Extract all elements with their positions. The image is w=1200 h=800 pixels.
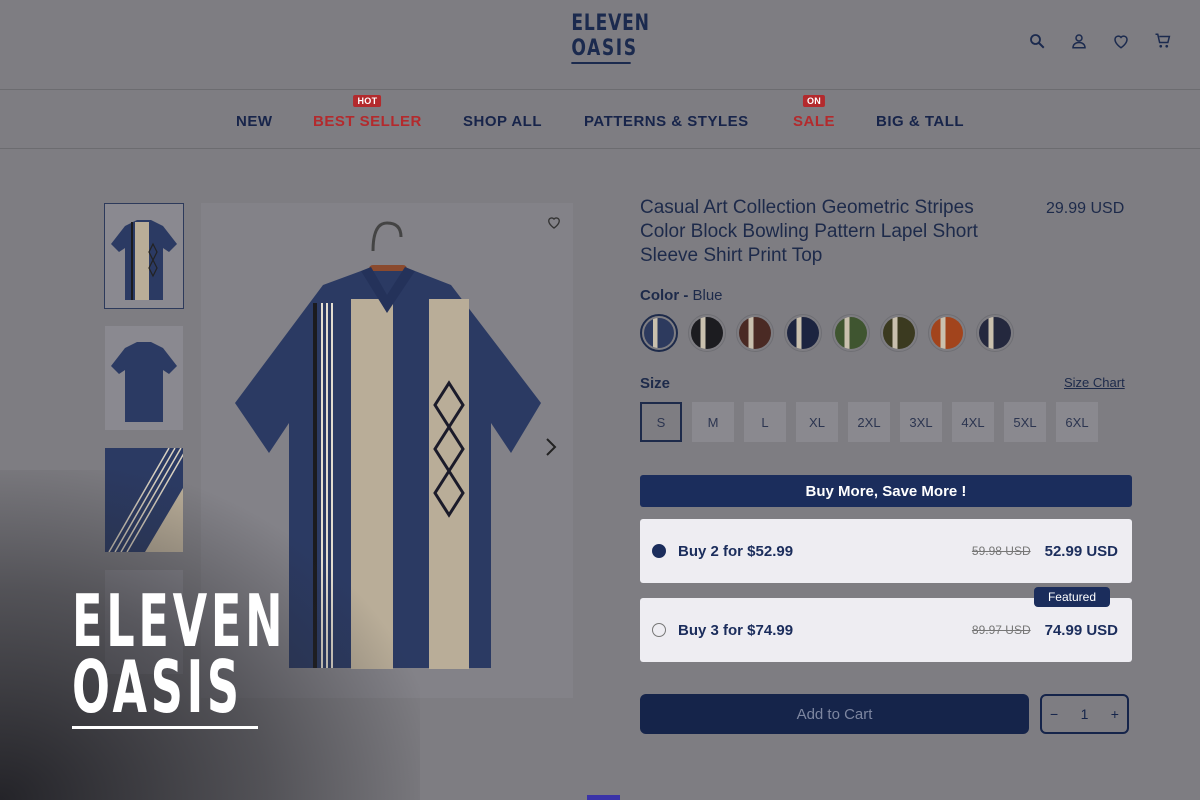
swatch-fill: [835, 317, 867, 349]
size-option[interactable]: 2XL: [848, 402, 890, 442]
hot-badge: HOT: [353, 95, 382, 107]
quantity-value: 1: [1080, 706, 1089, 722]
swatch-fill: [739, 317, 771, 349]
radio-unselected[interactable]: [652, 623, 666, 637]
color-swatch[interactable]: [880, 314, 918, 352]
bundle-label: Buy 3 for $74.99: [678, 621, 794, 639]
search-icon[interactable]: [1028, 32, 1046, 50]
bundle-option-2[interactable]: Buy 2 for $52.99 59.98 USD 52.99 USD: [640, 519, 1132, 583]
product-title: Casual Art Collection Geometric Stripes …: [640, 197, 978, 266]
bundle-old-price: 59.98 USD: [971, 544, 1031, 558]
nav-label: SALE: [793, 113, 836, 130]
size-options: S M L XL 2XL 3XL 4XL 5XL 6XL: [640, 402, 1098, 442]
nav-item-best-seller[interactable]: HOT BEST SELLER: [313, 95, 422, 130]
swatch-fill: [787, 317, 819, 349]
size-option[interactable]: XL: [796, 402, 838, 442]
bundle-old-price: 89.97 USD: [971, 623, 1031, 637]
next-arrow-icon[interactable]: [543, 435, 559, 459]
featured-tag: Featured: [1033, 587, 1110, 607]
main-nav: NEW HOT BEST SELLER SHOP ALL PATTERNS & …: [0, 91, 1200, 149]
size-option[interactable]: L: [744, 402, 786, 442]
size-option[interactable]: M: [692, 402, 734, 442]
swatch-fill: [883, 317, 915, 349]
size-option[interactable]: S: [640, 402, 682, 442]
nav-label: NEW: [236, 113, 273, 130]
color-label: Color - Blue: [640, 287, 723, 304]
quantity-stepper: − 1 +: [1040, 694, 1129, 734]
header-actions: [1028, 32, 1172, 50]
logo-line-2: OASIS: [571, 36, 636, 64]
logo-line-1: ELEVEN: [571, 11, 650, 36]
size-option[interactable]: 5XL: [1004, 402, 1046, 442]
size-option[interactable]: 3XL: [900, 402, 942, 442]
overlay-brand-logo: ELEVEN OASIS: [72, 585, 417, 729]
color-label-text: Color -: [640, 287, 689, 304]
color-swatch[interactable]: [688, 314, 726, 352]
overlay-brand-line-2: OASIS: [72, 645, 243, 729]
heart-icon[interactable]: [1112, 32, 1130, 50]
bundle-new-price: 52.99 USD: [1044, 542, 1118, 560]
nav-item-new[interactable]: NEW: [236, 113, 273, 130]
thumbnail-1[interactable]: [104, 203, 184, 309]
size-label: Size: [640, 375, 671, 392]
color-swatch[interactable]: [832, 314, 870, 352]
color-value: Blue: [692, 287, 723, 304]
color-swatch[interactable]: [640, 314, 678, 352]
buy-more-banner: Buy More, Save More !: [640, 475, 1132, 507]
size-chart-link[interactable]: Size Chart: [1064, 375, 1125, 390]
color-swatch[interactable]: [976, 314, 1014, 352]
swatch-fill: [691, 317, 723, 349]
nav-item-shop-all[interactable]: SHOP ALL: [463, 113, 542, 130]
account-icon[interactable]: [1070, 32, 1088, 50]
nav-item-patterns-styles[interactable]: PATTERNS & STYLES: [584, 113, 749, 130]
swatch-fill: [931, 317, 963, 349]
nav-label: BEST SELLER: [313, 113, 422, 130]
increment-button[interactable]: +: [1111, 706, 1119, 722]
bundle-new-price: 74.99 USD: [1044, 621, 1118, 639]
decrement-button[interactable]: −: [1050, 706, 1058, 722]
color-swatch[interactable]: [928, 314, 966, 352]
on-badge: ON: [802, 95, 826, 107]
swatch-fill: [644, 318, 674, 348]
site-logo[interactable]: ELEVEN OASIS: [563, 11, 650, 64]
color-swatches: [640, 314, 1014, 352]
size-option[interactable]: 6XL: [1056, 402, 1098, 442]
site-header: ELEVEN OASIS: [0, 0, 1200, 90]
carousel-indicator[interactable]: [587, 795, 620, 800]
add-to-cart-button[interactable]: Add to Cart: [640, 694, 1029, 734]
shirt-back-image: [111, 342, 177, 422]
thumbnail-2[interactable]: [105, 326, 183, 430]
product-price: 29.99 USD: [1046, 200, 1125, 217]
bundle-option-3[interactable]: Featured Buy 3 for $74.99 89.97 USD 74.9…: [640, 587, 1132, 662]
cart-icon[interactable]: [1154, 32, 1172, 50]
color-swatch[interactable]: [784, 314, 822, 352]
nav-label: SHOP ALL: [463, 113, 543, 130]
shirt-front-image: [111, 220, 177, 300]
nav-item-big-tall[interactable]: BIG & TALL: [876, 113, 964, 130]
color-swatch[interactable]: [736, 314, 774, 352]
nav-item-sale[interactable]: ON SALE: [793, 95, 836, 130]
bundle-label: Buy 2 for $52.99: [678, 542, 794, 560]
swatch-fill: [979, 317, 1011, 349]
radio-selected[interactable]: [652, 544, 666, 558]
nav-label: BIG & TALL: [876, 113, 965, 130]
size-option[interactable]: 4XL: [952, 402, 994, 442]
nav-label: PATTERNS & STYLES: [584, 113, 749, 130]
